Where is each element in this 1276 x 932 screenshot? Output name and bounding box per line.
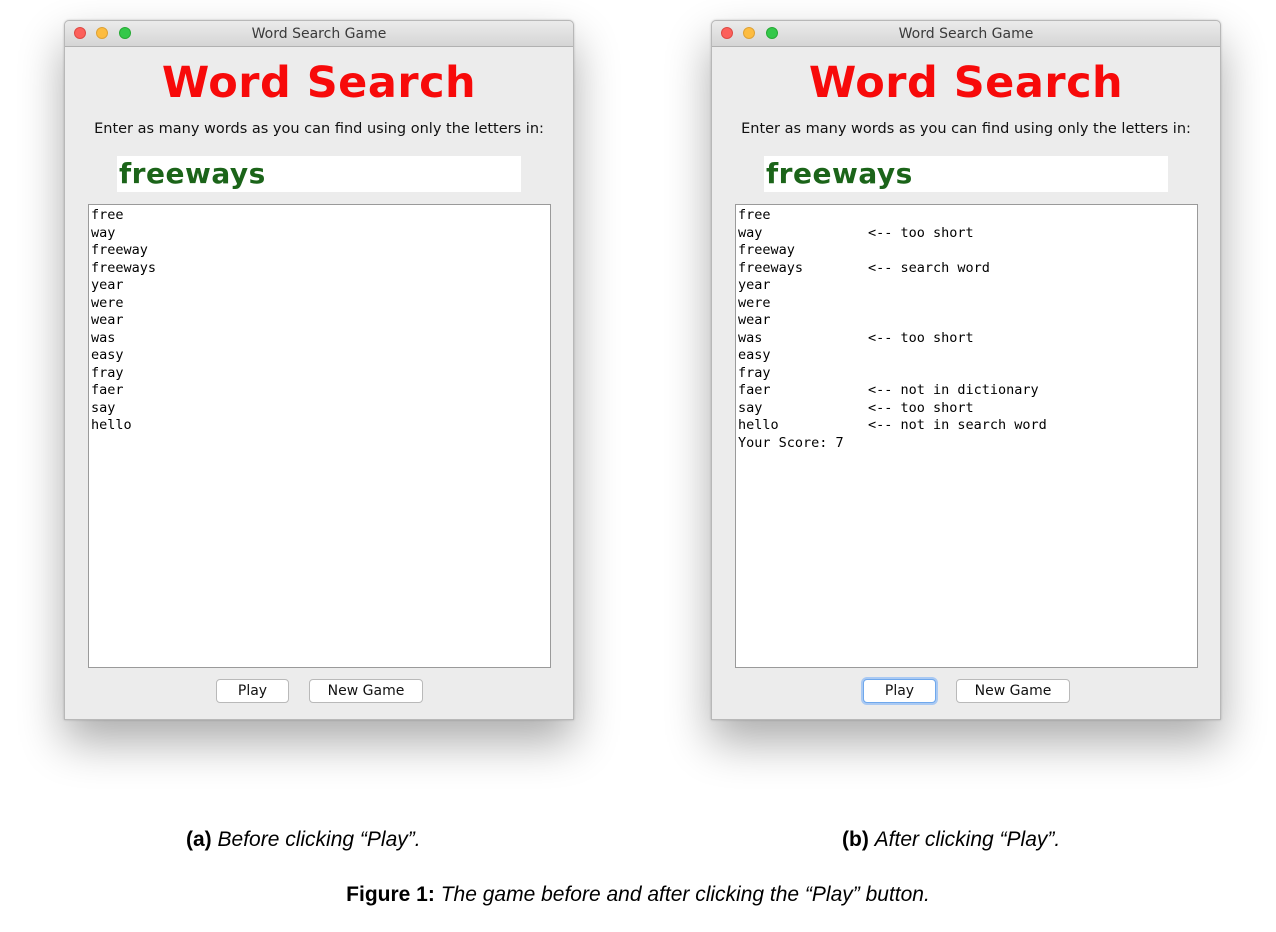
word-line: fray	[91, 365, 550, 383]
caption-label: (b)	[842, 828, 869, 851]
word-line: were	[738, 295, 1197, 313]
word-line: easy	[738, 347, 1197, 365]
word-line: say	[91, 400, 550, 418]
word-line: faer <-- not in dictionary	[738, 382, 1197, 400]
entered-word: Your Score: 7	[738, 434, 844, 451]
search-letters: freeways	[117, 156, 521, 192]
words-text-area[interactable]: free way <-- too short freeway freeways <-- s…	[735, 204, 1198, 668]
entered-word: fray	[91, 364, 124, 381]
window-title: Word Search Game	[251, 26, 387, 42]
caption-text: After clicking “Play”.	[874, 828, 1061, 851]
word-feedback: <-- not in dictionary	[868, 382, 1039, 398]
entered-word: wear	[738, 312, 771, 328]
title-bar[interactable]: Word Search Game	[712, 21, 1220, 47]
entered-word: freeway	[91, 242, 148, 258]
entered-word: hello	[91, 417, 132, 433]
entered-word: faer	[738, 382, 771, 398]
word-line: fray	[738, 365, 1197, 383]
word-line: freeways <-- search word	[738, 260, 1197, 278]
play-button[interactable]: Play	[863, 679, 936, 703]
instructions-text: Enter as many words as you can find usin…	[94, 121, 544, 137]
entered-word: free	[91, 207, 124, 223]
subfigure-caption-b: (b) After clicking “Play”.	[842, 828, 1060, 852]
word-line: free	[738, 207, 1197, 225]
word-line: free	[91, 207, 550, 225]
entered-word: year	[738, 277, 771, 293]
window-title: Word Search Game	[898, 26, 1034, 42]
word-line: wear	[738, 312, 1197, 330]
figure-label: Figure 1:	[346, 883, 435, 906]
word-line: Your Score: 7	[738, 435, 1197, 453]
new-game-button[interactable]: New Game	[956, 679, 1070, 703]
window-before-play: Word Search Game Word Search Enter as ma…	[64, 20, 574, 720]
entered-word: freeway	[738, 242, 795, 258]
entered-word: free	[738, 207, 771, 223]
word-line: freeway	[738, 242, 1197, 260]
word-line: wear	[91, 312, 550, 330]
caption-label: (a)	[186, 828, 212, 851]
game-heading: Word Search	[808, 58, 1124, 108]
word-feedback: <-- not in search word	[868, 417, 1047, 433]
word-line: year	[738, 277, 1197, 295]
figure-caption: Figure 1: The game before and after clic…	[0, 883, 1276, 907]
word-feedback: <-- search word	[868, 259, 990, 276]
entered-word: faer	[91, 382, 124, 398]
new-game-button[interactable]: New Game	[309, 679, 423, 703]
entered-word: year	[91, 277, 124, 293]
entered-word: freeways	[738, 259, 804, 276]
word-feedback: <-- too short	[868, 224, 974, 241]
entered-word: way	[91, 224, 116, 241]
words-text-area[interactable]: free way freeway freeways year were wear was eas…	[88, 204, 551, 668]
word-line: hello <-- not in search word	[738, 417, 1197, 435]
search-letters: freeways	[764, 156, 1168, 192]
game-heading: Word Search	[161, 58, 477, 108]
caption-text: Before clicking “Play”.	[217, 828, 421, 851]
entered-word: wear	[91, 312, 124, 328]
word-feedback: <-- too short	[868, 329, 974, 346]
entered-word: was	[738, 329, 763, 346]
word-line: year	[91, 277, 550, 295]
subfigure-caption-a: (a) Before clicking “Play”.	[186, 828, 421, 852]
entered-word: easy	[91, 347, 124, 363]
word-line: were	[91, 295, 550, 313]
entered-word: freeways	[91, 259, 157, 276]
word-line: was <-- too short	[738, 330, 1197, 348]
entered-word: fray	[738, 364, 771, 381]
word-line: faer	[91, 382, 550, 400]
entered-word: say	[91, 399, 116, 416]
entered-word: say	[738, 399, 763, 416]
word-line: freeways	[91, 260, 550, 278]
word-line: way <-- too short	[738, 225, 1197, 243]
figure-text: The game before and after clicking the “…	[440, 883, 930, 906]
word-line: was	[91, 330, 550, 348]
window-after-play: Word Search Game Word Search Enter as ma…	[711, 20, 1221, 720]
instructions-text: Enter as many words as you can find usin…	[741, 121, 1191, 137]
entered-word: was	[91, 329, 116, 346]
play-button[interactable]: Play	[216, 679, 289, 703]
word-line: freeway	[91, 242, 550, 260]
entered-word: were	[91, 294, 124, 311]
entered-word: were	[738, 294, 771, 311]
entered-word: way	[738, 224, 763, 241]
word-line: say <-- too short	[738, 400, 1197, 418]
word-line: easy	[91, 347, 550, 365]
word-feedback: <-- too short	[868, 399, 974, 416]
word-line: way	[91, 225, 550, 243]
entered-word: hello	[738, 417, 779, 433]
entered-word: easy	[738, 347, 771, 363]
word-line: hello	[91, 417, 550, 435]
title-bar[interactable]: Word Search Game	[65, 21, 573, 47]
